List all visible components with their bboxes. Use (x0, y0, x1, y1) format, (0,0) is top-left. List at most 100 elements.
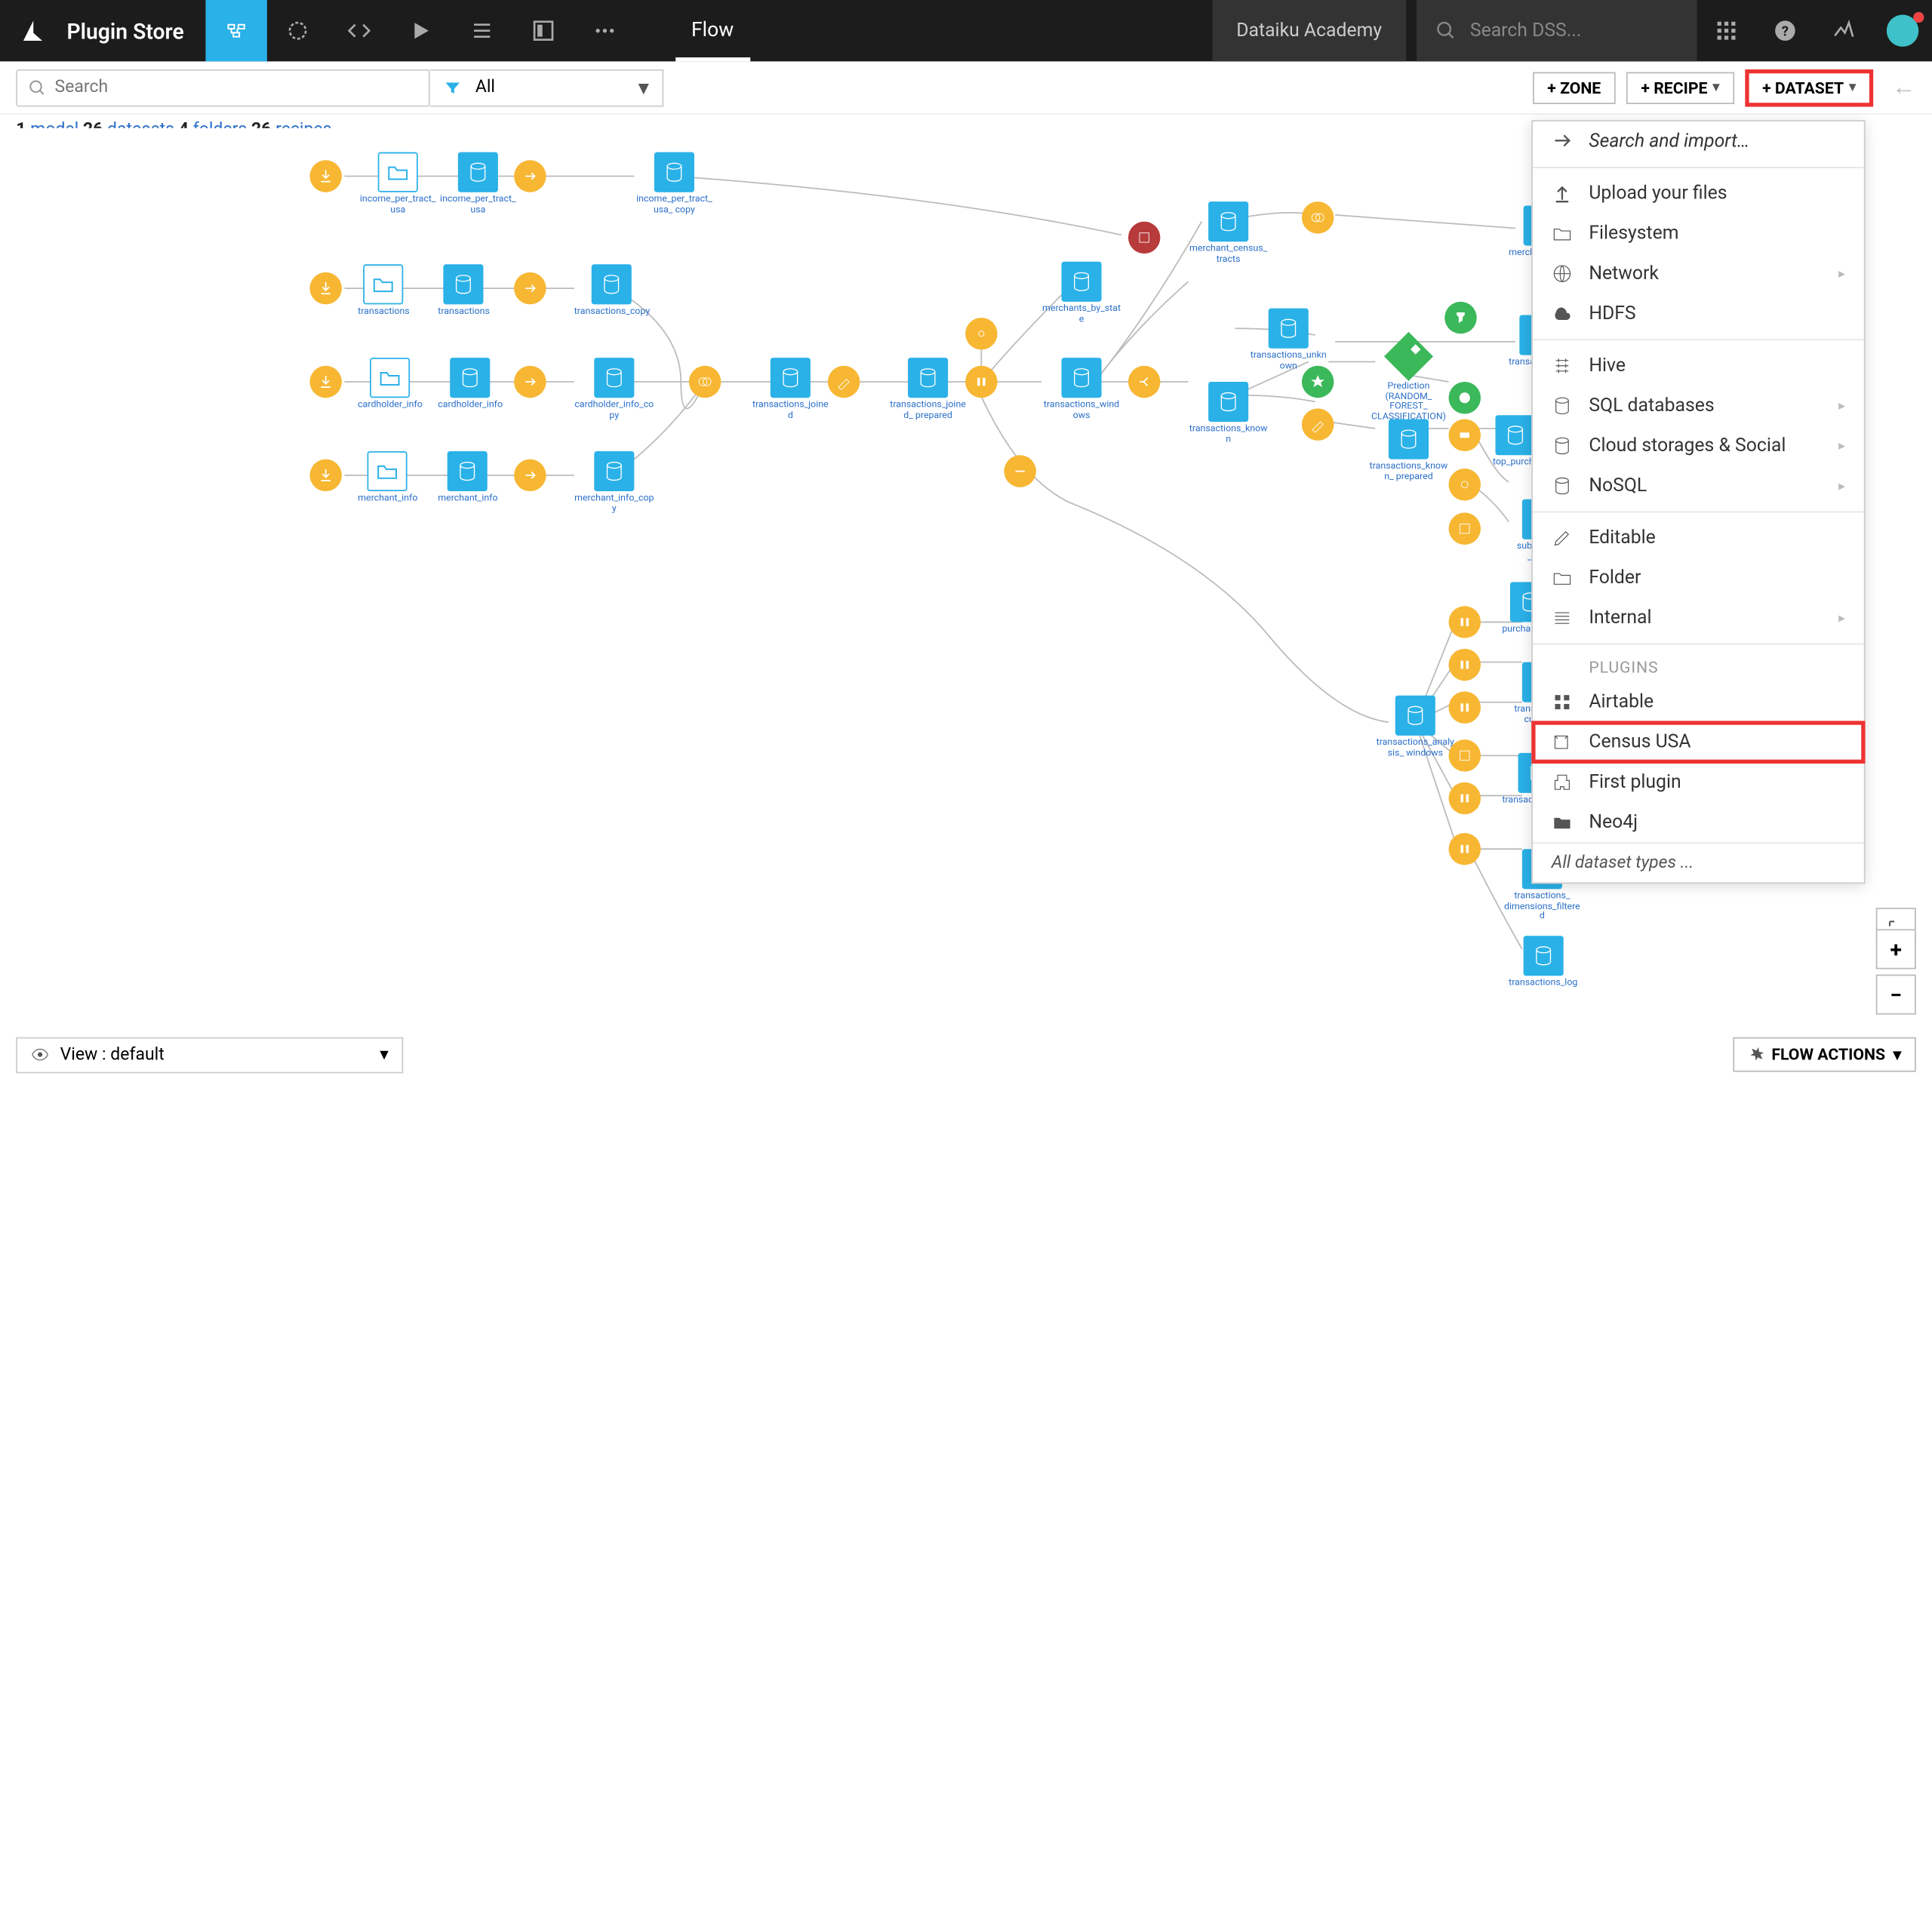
sql-dataset-icon[interactable] (654, 152, 694, 192)
window-recipe-icon[interactable] (965, 366, 997, 398)
bottom-bar: View : default ▾ FLOW ACTIONS ▾ (0, 1028, 1932, 1081)
folder-dataset-icon[interactable] (378, 152, 418, 192)
sql-databases-item[interactable]: SQL databases▸ (1533, 386, 1864, 426)
add-dataset-button[interactable]: + DATASET▾ (1745, 69, 1873, 106)
group-recipe-icon[interactable] (965, 318, 997, 349)
pivot-recipe-icon[interactable] (1449, 512, 1481, 544)
network-item[interactable]: Network▸ (1533, 254, 1864, 294)
sql-dataset-icon[interactable] (594, 451, 634, 491)
zoom-in-button[interactable]: + (1876, 929, 1916, 969)
sql-dataset-icon[interactable] (908, 358, 948, 398)
dashboard-nav-icon[interactable] (512, 0, 574, 61)
sql-dataset-icon[interactable] (444, 264, 484, 304)
neo4j-plugin-item[interactable]: Neo4j (1533, 802, 1864, 842)
zoom-out-button[interactable]: − (1876, 974, 1916, 1014)
view-selector[interactable]: View : default ▾ (16, 1037, 403, 1073)
train-recipe-icon[interactable] (1449, 382, 1481, 413)
folder-dataset-icon[interactable] (368, 451, 408, 491)
window-recipe-icon[interactable] (1449, 606, 1481, 638)
internal-item[interactable]: Internal▸ (1533, 598, 1864, 638)
hdfs-item[interactable]: HDFS (1533, 294, 1864, 334)
sql-dataset-icon[interactable] (1496, 415, 1536, 455)
add-zone-button[interactable]: + ZONE (1533, 72, 1616, 103)
window-recipe-icon[interactable] (1449, 691, 1481, 723)
folder-dataset-icon[interactable] (364, 264, 404, 304)
project-name[interactable]: Plugin Store (66, 18, 205, 44)
activity-icon[interactable] (1814, 19, 1873, 43)
lab-nav-icon[interactable] (266, 0, 328, 61)
sql-dataset-icon[interactable] (1395, 696, 1435, 736)
flow-filter-dropdown[interactable]: All ▾ (430, 69, 664, 106)
version-nav-icon[interactable] (451, 0, 512, 61)
flow-tab[interactable]: Flow (675, 0, 750, 61)
sql-dataset-icon[interactable] (1061, 262, 1101, 302)
flow-search-field[interactable] (55, 78, 418, 98)
sql-dataset-icon[interactable] (1269, 309, 1309, 349)
sync-recipe-icon[interactable] (514, 366, 546, 398)
apps-icon[interactable] (1697, 19, 1756, 43)
collapse-panel-icon[interactable]: ← (1892, 73, 1916, 101)
sql-dataset-icon[interactable] (1208, 382, 1248, 422)
flow-nav-icon[interactable] (205, 0, 266, 61)
first-plugin-item[interactable]: First plugin (1533, 762, 1864, 802)
score-recipe-icon[interactable] (1302, 366, 1334, 398)
download-recipe-icon[interactable] (309, 460, 341, 491)
nosql-item[interactable]: NoSQL▸ (1533, 466, 1864, 506)
group-recipe-icon[interactable] (1449, 469, 1481, 500)
airtable-plugin-item[interactable]: Airtable (1533, 682, 1864, 722)
census-usa-plugin-item[interactable]: Census USA (1533, 722, 1864, 762)
filesystem-item[interactable]: Filesystem (1533, 214, 1864, 254)
sql-dataset-icon[interactable] (458, 152, 498, 192)
evaluate-recipe-icon[interactable] (1444, 302, 1476, 334)
sync-recipe-icon[interactable] (514, 272, 546, 304)
code-nav-icon[interactable] (328, 0, 389, 61)
cloud-storages-item[interactable]: Cloud storages & Social▸ (1533, 426, 1864, 466)
group-recipe-icon[interactable] (1449, 420, 1481, 451)
pivot-recipe-icon[interactable] (1449, 739, 1481, 771)
more-nav-icon[interactable] (574, 0, 635, 61)
academy-link[interactable]: Dataiku Academy (1212, 0, 1406, 61)
prepare-recipe-icon[interactable] (1302, 408, 1334, 440)
user-avatar[interactable] (1873, 14, 1932, 46)
sample-recipe-icon[interactable] (1004, 455, 1035, 487)
editable-item[interactable]: Editable (1533, 518, 1864, 558)
folder-item[interactable]: Folder (1533, 558, 1864, 598)
dataiku-logo[interactable] (0, 17, 66, 44)
join-recipe-icon[interactable] (1302, 201, 1334, 233)
jobs-nav-icon[interactable] (389, 0, 451, 61)
window-recipe-icon[interactable] (1449, 782, 1481, 814)
folder-dataset-icon[interactable] (370, 358, 410, 398)
view-label: View : default (60, 1044, 165, 1065)
caret-down-icon: ▾ (638, 75, 649, 100)
prepare-recipe-icon[interactable] (828, 366, 860, 398)
sql-dataset-icon[interactable] (594, 358, 634, 398)
sql-dataset-icon[interactable] (1523, 936, 1563, 976)
search-and-import-item[interactable]: Search and import… (1533, 121, 1864, 161)
model-icon[interactable]: ◆ (1384, 332, 1433, 381)
sync-recipe-icon[interactable] (514, 160, 546, 192)
join-recipe-icon[interactable] (689, 366, 721, 398)
sync-recipe-icon[interactable] (514, 460, 546, 491)
window-recipe-icon[interactable] (1449, 833, 1481, 865)
download-recipe-icon[interactable] (309, 160, 341, 192)
split-recipe-icon[interactable] (1128, 366, 1160, 398)
global-search[interactable]: Search DSS... (1417, 0, 1697, 61)
upload-files-item[interactable]: Upload your files (1533, 174, 1864, 214)
all-dataset-types-item[interactable]: All dataset types ... (1533, 842, 1864, 882)
help-icon[interactable]: ? (1755, 19, 1814, 43)
sql-dataset-icon[interactable] (451, 358, 491, 398)
download-recipe-icon[interactable] (309, 272, 341, 304)
sql-dataset-icon[interactable] (592, 264, 632, 304)
add-recipe-button[interactable]: + RECIPE▾ (1626, 72, 1734, 103)
sql-dataset-icon[interactable] (771, 358, 811, 398)
sql-dataset-icon[interactable] (1389, 420, 1429, 460)
window-recipe-icon[interactable] (1449, 649, 1481, 681)
sql-dataset-icon[interactable] (1061, 358, 1101, 398)
hive-item[interactable]: Hive (1533, 346, 1864, 386)
download-recipe-icon[interactable] (309, 366, 341, 398)
sql-dataset-icon[interactable] (448, 451, 488, 491)
flow-search-input[interactable] (16, 69, 429, 106)
flow-actions-button[interactable]: FLOW ACTIONS ▾ (1733, 1038, 1916, 1072)
sql-dataset-icon[interactable] (1208, 201, 1248, 241)
plugin-recipe-icon[interactable] (1128, 222, 1160, 254)
